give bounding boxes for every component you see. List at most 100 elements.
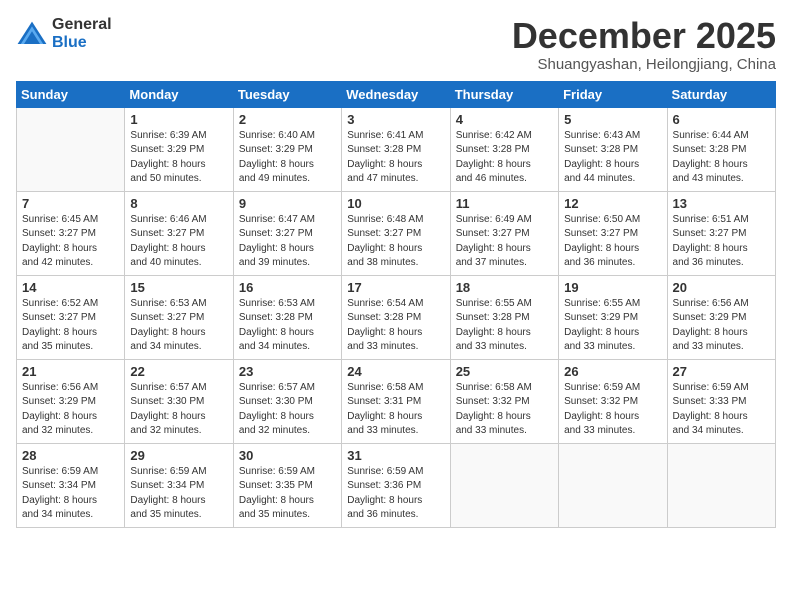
calendar-cell: 14 Sunrise: 6:52 AM Sunset: 3:27 PM Dayli… [17, 275, 125, 359]
logo-icon [16, 20, 48, 48]
day-number: 28 [22, 448, 119, 463]
day-number: 27 [673, 364, 770, 379]
day-info: Sunrise: 6:53 AM Sunset: 3:27 PM Dayligh… [130, 297, 227, 355]
day-number: 14 [22, 280, 119, 295]
day-number: 6 [673, 112, 770, 127]
day-number: 29 [130, 448, 227, 463]
calendar-cell [450, 443, 558, 527]
logo: General Blue [16, 16, 112, 52]
day-info: Sunrise: 6:41 AM Sunset: 3:28 PM Dayligh… [347, 129, 444, 187]
day-number: 1 [130, 112, 227, 127]
calendar-cell: 18 Sunrise: 6:55 AM Sunset: 3:28 PM Dayli… [450, 275, 558, 359]
calendar-cell: 3 Sunrise: 6:41 AM Sunset: 3:28 PM Daylig… [342, 107, 450, 191]
col-header-tuesday: Tuesday [233, 81, 341, 107]
day-number: 2 [239, 112, 336, 127]
calendar: SundayMondayTuesdayWednesdayThursdayFrid… [16, 81, 776, 528]
calendar-cell: 23 Sunrise: 6:57 AM Sunset: 3:30 PM Dayli… [233, 359, 341, 443]
calendar-cell: 21Sunrise: 6:56 AM Sunset: 3:29 PM Dayli… [17, 359, 125, 443]
day-info: Sunrise: 6:49 AM Sunset: 3:27 PM Dayligh… [456, 213, 553, 271]
day-info: Sunrise: 6:59 AM Sunset: 3:34 PM Dayligh… [22, 465, 119, 523]
day-number: 11 [456, 196, 553, 211]
day-info: Sunrise: 6:57 AM Sunset: 3:30 PM Dayligh… [130, 381, 227, 439]
calendar-cell: 19 Sunrise: 6:55 AM Sunset: 3:29 PM Dayli… [559, 275, 667, 359]
calendar-cell: 10 Sunrise: 6:48 AM Sunset: 3:27 PM Dayli… [342, 191, 450, 275]
day-info: Sunrise: 6:59 AM Sunset: 3:34 PM Dayligh… [130, 465, 227, 523]
page-header: General Blue December 2025 Shuangyashan,… [16, 16, 776, 73]
calendar-cell [559, 443, 667, 527]
day-info: Sunrise: 6:59 AM Sunset: 3:35 PM Dayligh… [239, 465, 336, 523]
col-header-sunday: Sunday [17, 81, 125, 107]
calendar-cell: 31 Sunrise: 6:59 AM Sunset: 3:36 PM Dayli… [342, 443, 450, 527]
day-info: Sunrise: 6:57 AM Sunset: 3:30 PM Dayligh… [239, 381, 336, 439]
calendar-cell: 22Sunrise: 6:57 AM Sunset: 3:30 PM Dayli… [125, 359, 233, 443]
day-number: 19 [564, 280, 661, 295]
day-info: Sunrise: 6:52 AM Sunset: 3:27 PM Dayligh… [22, 297, 119, 355]
day-info: Sunrise: 6:56 AM Sunset: 3:29 PM Dayligh… [22, 381, 119, 439]
day-number: 12 [564, 196, 661, 211]
day-info: Sunrise: 6:48 AM Sunset: 3:27 PM Dayligh… [347, 213, 444, 271]
calendar-cell: 16Sunrise: 6:53 AM Sunset: 3:28 PM Dayli… [233, 275, 341, 359]
col-header-thursday: Thursday [450, 81, 558, 107]
logo-general: General [52, 16, 112, 33]
calendar-cell: 11 Sunrise: 6:49 AM Sunset: 3:27 PM Dayli… [450, 191, 558, 275]
calendar-cell: 25 Sunrise: 6:58 AM Sunset: 3:32 PM Dayli… [450, 359, 558, 443]
day-number: 23 [239, 364, 336, 379]
col-header-monday: Monday [125, 81, 233, 107]
calendar-header-row: SundayMondayTuesdayWednesdayThursdayFrid… [17, 81, 776, 107]
calendar-cell: 12 Sunrise: 6:50 AM Sunset: 3:27 PM Dayli… [559, 191, 667, 275]
day-info: Sunrise: 6:45 AM Sunset: 3:27 PM Dayligh… [22, 213, 119, 271]
day-number: 20 [673, 280, 770, 295]
col-header-saturday: Saturday [667, 81, 775, 107]
calendar-cell: 15 Sunrise: 6:53 AM Sunset: 3:27 PM Dayli… [125, 275, 233, 359]
calendar-cell: 8 Sunrise: 6:46 AM Sunset: 3:27 PM Daylig… [125, 191, 233, 275]
calendar-cell: 30 Sunrise: 6:59 AM Sunset: 3:35 PM Dayli… [233, 443, 341, 527]
day-info: Sunrise: 6:40 AM Sunset: 3:29 PM Dayligh… [239, 129, 336, 187]
day-number: 17 [347, 280, 444, 295]
day-info: Sunrise: 6:46 AM Sunset: 3:27 PM Dayligh… [130, 213, 227, 271]
day-number: 5 [564, 112, 661, 127]
day-number: 9 [239, 196, 336, 211]
calendar-cell [17, 107, 125, 191]
day-number: 10 [347, 196, 444, 211]
day-number: 31 [347, 448, 444, 463]
day-number: 18 [456, 280, 553, 295]
calendar-cell: 13 Sunrise: 6:51 AM Sunset: 3:27 PM Dayli… [667, 191, 775, 275]
day-number: 30 [239, 448, 336, 463]
day-number: 15 [130, 280, 227, 295]
calendar-cell: 17 Sunrise: 6:54 AM Sunset: 3:28 PM Dayli… [342, 275, 450, 359]
day-info: Sunrise: 6:59 AM Sunset: 3:36 PM Dayligh… [347, 465, 444, 523]
calendar-week-4: 21Sunrise: 6:56 AM Sunset: 3:29 PM Dayli… [17, 359, 776, 443]
day-number: 16 [239, 280, 336, 295]
day-number: 26 [564, 364, 661, 379]
calendar-cell: 29 Sunrise: 6:59 AM Sunset: 3:34 PM Dayli… [125, 443, 233, 527]
day-info: Sunrise: 6:50 AM Sunset: 3:27 PM Dayligh… [564, 213, 661, 271]
calendar-cell: 1Sunrise: 6:39 AM Sunset: 3:29 PM Daylig… [125, 107, 233, 191]
calendar-cell: 27Sunrise: 6:59 AM Sunset: 3:33 PM Dayli… [667, 359, 775, 443]
col-header-wednesday: Wednesday [342, 81, 450, 107]
calendar-cell: 9 Sunrise: 6:47 AM Sunset: 3:27 PM Daylig… [233, 191, 341, 275]
day-number: 25 [456, 364, 553, 379]
day-info: Sunrise: 6:55 AM Sunset: 3:29 PM Dayligh… [564, 297, 661, 355]
day-info: Sunrise: 6:56 AM Sunset: 3:29 PM Dayligh… [673, 297, 770, 355]
day-number: 3 [347, 112, 444, 127]
day-number: 13 [673, 196, 770, 211]
calendar-week-3: 14 Sunrise: 6:52 AM Sunset: 3:27 PM Dayli… [17, 275, 776, 359]
calendar-cell: 4 Sunrise: 6:42 AM Sunset: 3:28 PM Daylig… [450, 107, 558, 191]
calendar-cell: 26 Sunrise: 6:59 AM Sunset: 3:32 PM Dayli… [559, 359, 667, 443]
day-number: 8 [130, 196, 227, 211]
day-info: Sunrise: 6:47 AM Sunset: 3:27 PM Dayligh… [239, 213, 336, 271]
day-info: Sunrise: 6:59 AM Sunset: 3:32 PM Dayligh… [564, 381, 661, 439]
day-info: Sunrise: 6:44 AM Sunset: 3:28 PM Dayligh… [673, 129, 770, 187]
month-title: December 2025 [512, 16, 776, 56]
day-number: 24 [347, 364, 444, 379]
calendar-cell: 20 Sunrise: 6:56 AM Sunset: 3:29 PM Dayli… [667, 275, 775, 359]
day-info: Sunrise: 6:42 AM Sunset: 3:28 PM Dayligh… [456, 129, 553, 187]
day-info: Sunrise: 6:55 AM Sunset: 3:28 PM Dayligh… [456, 297, 553, 355]
calendar-cell: 2 Sunrise: 6:40 AM Sunset: 3:29 PM Daylig… [233, 107, 341, 191]
day-info: Sunrise: 6:51 AM Sunset: 3:27 PM Dayligh… [673, 213, 770, 271]
calendar-cell: 5Sunrise: 6:43 AM Sunset: 3:28 PM Daylig… [559, 107, 667, 191]
day-info: Sunrise: 6:54 AM Sunset: 3:28 PM Dayligh… [347, 297, 444, 355]
day-info: Sunrise: 6:58 AM Sunset: 3:32 PM Dayligh… [456, 381, 553, 439]
day-number: 4 [456, 112, 553, 127]
calendar-cell: 24Sunrise: 6:58 AM Sunset: 3:31 PM Dayli… [342, 359, 450, 443]
